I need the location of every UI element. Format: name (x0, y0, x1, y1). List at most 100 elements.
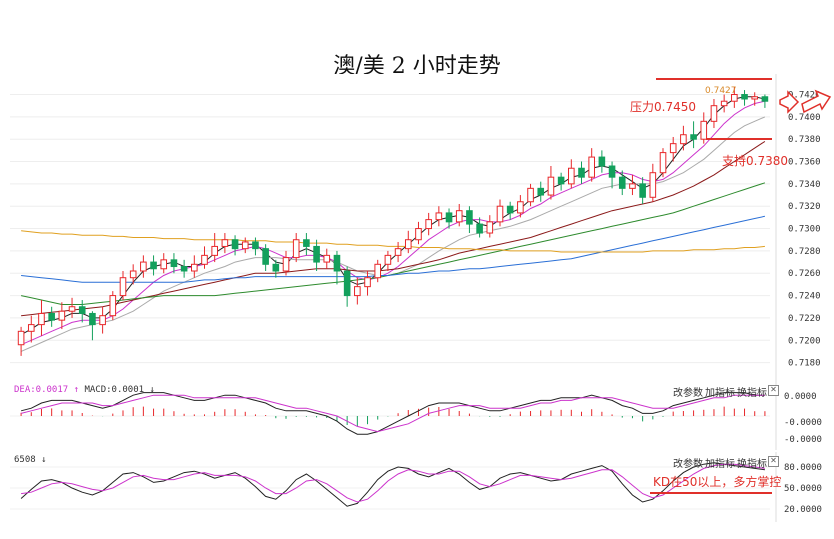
candle-body (527, 187, 534, 203)
candle-body (669, 143, 677, 154)
candle-body (333, 254, 341, 272)
macd-switch-indicator-button[interactable]: 换指标 (737, 384, 767, 399)
macd-tick-label: 0.0000 (784, 392, 817, 402)
kd-tick-label: 80.0000 (784, 463, 822, 473)
candle-body (211, 245, 218, 256)
ma-line (20, 182, 766, 305)
candle-body (292, 239, 300, 259)
candle-body (252, 241, 259, 250)
macd-tick-label: -0.0000 (784, 435, 822, 445)
y-tick-label: 0.7400 (788, 113, 821, 123)
ma-line (21, 230, 765, 253)
candle-body (506, 205, 514, 214)
candle-body (343, 270, 351, 297)
candle-body (680, 134, 687, 145)
candle-body (191, 263, 198, 272)
down-arrow-icon: ↓ (149, 385, 155, 395)
resistance-label: 压力0.7450 (630, 100, 696, 114)
candle-body (629, 183, 636, 189)
candle-body (129, 270, 137, 279)
kd-switch-indicator-button[interactable]: 换指标 (737, 455, 767, 470)
candle-body (303, 239, 310, 247)
candle-body (241, 241, 249, 250)
candle-body (486, 221, 494, 234)
candle-body (354, 286, 361, 297)
candle-body (404, 239, 412, 250)
candle-body (323, 254, 331, 263)
candle-body (690, 134, 697, 140)
candle-body (751, 96, 759, 100)
candle-body (435, 212, 443, 221)
candle-body (720, 100, 728, 107)
y-tick-label: 0.7300 (788, 225, 821, 235)
dea-label: DEA:0.0017 (14, 385, 69, 395)
candle-body (272, 263, 280, 272)
y-tick-label: 0.7340 (788, 180, 821, 190)
kd-note-label: KD在50以上，多方掌控 (653, 475, 782, 489)
support-label: 支持0.7380 (722, 154, 788, 168)
macd-tick-label: -0.0000 (784, 418, 822, 428)
ma-line (20, 100, 766, 346)
y-tick-label: 0.7220 (788, 314, 821, 324)
candle-body (89, 312, 96, 326)
candle-body (262, 248, 269, 265)
candle-body (231, 239, 239, 250)
candle-body (374, 263, 382, 279)
candle-body (313, 245, 320, 263)
candle-body (557, 176, 565, 185)
y-tick-label: 0.7380 (788, 135, 821, 145)
kd-params-button[interactable]: 改参数 (673, 455, 703, 470)
candle-body (415, 228, 422, 241)
macd-add-indicator-button[interactable]: 加指标 (705, 384, 735, 399)
candle-body (761, 96, 769, 102)
candle-body (48, 312, 55, 321)
candle-body (425, 219, 432, 230)
y-tick-label: 0.7320 (788, 202, 821, 212)
y-tick-label: 0.7280 (788, 247, 821, 257)
candle-body (282, 257, 290, 272)
ma-line (20, 116, 766, 352)
candle-body (598, 156, 606, 167)
candle-body (38, 312, 45, 326)
price-chart: 0.7180 0.7200 0.7220 0.7240 0.7260 0.7280 0.73… (10, 74, 832, 382)
kd-tick-label: 20.0000 (784, 505, 822, 515)
candle-body (639, 183, 646, 198)
candle-body (68, 306, 76, 312)
macd-params-button[interactable]: 改参数 (673, 384, 703, 399)
candle-body (160, 259, 168, 270)
price-panel: 0.7180 0.7200 0.7220 0.7240 0.7260 0.7280 0.73… (10, 74, 832, 382)
candle-body (608, 165, 616, 178)
macd-close-icon[interactable]: ✕ (768, 385, 779, 396)
candle-body (618, 176, 626, 189)
candle-body (27, 324, 35, 332)
candle-body (17, 330, 25, 346)
candle-body (99, 315, 106, 326)
candle-body (384, 254, 392, 265)
kd-close-icon[interactable]: ✕ (768, 456, 779, 467)
down-arrow-icon: ↓ (41, 455, 47, 465)
candle-body (180, 266, 188, 272)
kd-add-indicator-button[interactable]: 加指标 (705, 455, 735, 470)
y-tick-label: 0.7200 (788, 336, 821, 346)
candle-body (537, 187, 545, 196)
candle-body (140, 261, 147, 272)
candle-body (496, 205, 504, 223)
y-tick-label: 0.7360 (788, 158, 821, 168)
candle-body (568, 167, 575, 185)
candle-body (476, 223, 483, 234)
kd-tick-label: 50.0000 (784, 484, 822, 494)
candle-body (364, 277, 371, 288)
candle-body (700, 120, 708, 140)
candle-body (517, 201, 524, 214)
candle-body (58, 310, 66, 321)
candle-body (578, 167, 585, 178)
candle-body (547, 176, 555, 196)
high-label: 0.7427 (705, 86, 737, 96)
y-tick-label: 0.7180 (788, 359, 821, 369)
kd-label: 6508 (14, 455, 36, 465)
y-tick-label: 0.7260 (788, 269, 821, 279)
candle-body (78, 306, 86, 314)
candle-body (710, 105, 718, 122)
candle-body (394, 248, 402, 256)
candle-body (466, 210, 473, 225)
